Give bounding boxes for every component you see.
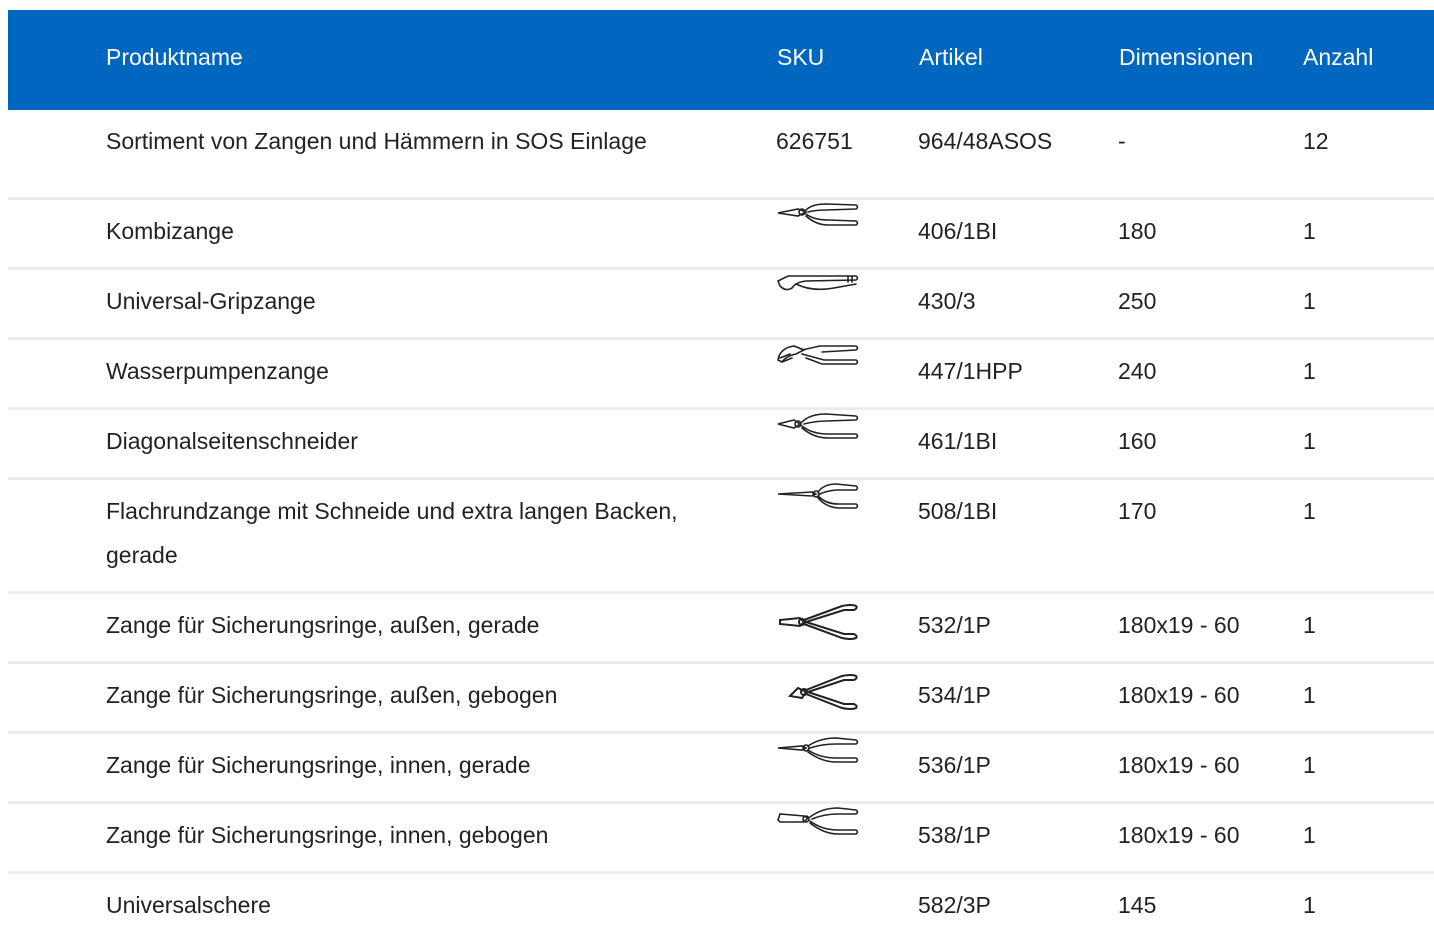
header-quantity: Anzahl [1303,44,1374,70]
product-dimensions: - [1118,128,1126,154]
product-name: Wasserpumpenzange [106,358,329,384]
water-pump-pliers-icon [776,340,860,384]
table-row: Zange für Sicherungsringe, außen, gerade… [8,594,1434,664]
product-article: 508/1BI [918,498,998,524]
circlip-pliers-internal-bent-icon [776,804,860,848]
product-quantity: 1 [1303,682,1316,708]
product-quantity: 1 [1303,612,1316,638]
product-name: Sortiment von Zangen und Hämmern in SOS … [106,128,647,154]
product-dimensions: 180x19 - 60 [1118,822,1240,848]
table-header: Produktname SKU Artikel Dimensionen Anza… [8,10,1434,110]
product-name: Diagonalseitenschneider [106,428,358,454]
product-name: Universal-Gripzange [106,288,316,314]
product-name: Zange für Sicherungsringe, außen, geboge… [106,682,558,708]
product-article: 534/1P [918,682,991,708]
product-article: 964/48ASOS [918,128,1053,154]
circlip-pliers-internal-straight-icon [776,734,860,778]
table-row: Universalschere 582/3P 145 1 [8,874,1434,941]
product-dimensions: 180x19 - 60 [1118,612,1240,638]
table-row: Zange für Sicherungsringe, innen, geboge… [8,804,1434,874]
product-name: Zange für Sicherungsringe, außen, gerade [106,612,540,638]
product-dimensions: 170 [1118,498,1157,524]
header-product-name: Produktname [106,44,243,70]
circlip-pliers-external-straight-icon [776,602,860,646]
product-quantity: 1 [1303,752,1316,778]
product-dimensions: 160 [1118,428,1157,454]
combination-pliers-icon [776,200,860,244]
product-quantity: 1 [1303,358,1316,384]
product-quantity: 1 [1303,822,1316,848]
locking-pliers-icon [776,270,860,314]
product-quantity: 1 [1303,498,1316,524]
product-article: 582/3P [918,892,991,918]
product-quantity: 1 [1303,218,1316,244]
long-nose-pliers-icon [776,480,860,524]
table-row: Flachrundzange mit Schneide und extra la… [8,480,1434,594]
product-quantity: 1 [1303,288,1316,314]
circlip-pliers-external-bent-icon [776,672,860,716]
product-name: Universalschere [106,892,271,918]
product-dimensions: 180 [1118,218,1157,244]
product-quantity: 1 [1303,428,1316,454]
product-quantity: 12 [1303,128,1329,154]
header-dimensions: Dimensionen [1119,44,1254,70]
product-article: 430/3 [918,288,976,314]
table-row: Universal-Gripzange 430/3 250 1 [8,270,1434,340]
table-row: Diagonalseitenschneider 461/1BI 160 1 [8,410,1434,480]
table-row: Wasserpumpenzange 447/1HPP 240 1 [8,340,1434,410]
product-name: Zange für Sicherungsringe, innen, geboge… [106,822,549,848]
product-dimensions: 180x19 - 60 [1118,752,1240,778]
table-row: Sortiment von Zangen und Hämmern in SOS … [8,110,1434,200]
product-name: Kombizange [106,218,234,244]
product-sku: 626751 [776,128,853,154]
product-article: 447/1HPP [918,358,1023,384]
product-dimensions: 145 [1118,892,1157,918]
header-sku: SKU [777,44,825,70]
header-article: Artikel [919,44,983,70]
product-table: Produktname SKU Artikel Dimensionen Anza… [8,10,1434,941]
table-row: Zange für Sicherungsringe, außen, geboge… [8,664,1434,734]
product-article: 406/1BI [918,218,998,244]
product-dimensions: 240 [1118,358,1157,384]
product-dimensions: 180x19 - 60 [1118,682,1240,708]
table-row: Kombizange 406/1BI 180 1 [8,200,1434,270]
table-row: Zange für Sicherungsringe, innen, gerade… [8,734,1434,804]
product-article: 538/1P [918,822,991,848]
product-name: Flachrundzange mit Schneide und extra la… [106,498,678,568]
product-name: Zange für Sicherungsringe, innen, gerade [106,752,531,778]
product-article: 461/1BI [918,428,998,454]
product-article: 532/1P [918,612,991,638]
diagonal-cutter-icon [776,410,860,454]
product-quantity: 1 [1303,892,1316,918]
product-article: 536/1P [918,752,991,778]
product-dimensions: 250 [1118,288,1157,314]
